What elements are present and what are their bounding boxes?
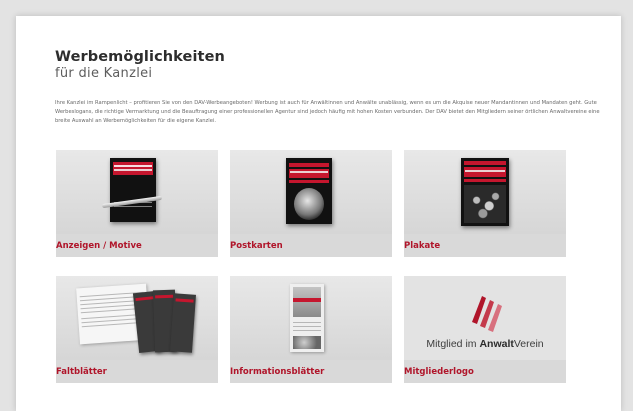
intro-paragraph: Ihre Kanzlei im Rampenlicht – profitiere… (55, 100, 600, 124)
card-label: Faltblätter (56, 367, 107, 377)
card-label: Mitgliederlogo (404, 367, 474, 377)
page-container: Werbemöglichkeiten für die Kanzlei Ihre … (16, 16, 621, 411)
card-postkarten[interactable]: Postkarten (230, 150, 392, 257)
page-title: Werbemöglichkeiten (55, 49, 225, 65)
card-anzeigen-motive[interactable]: Anzeigen / Motive (56, 150, 218, 257)
card-image: Mitglied im AnwaltVerein (404, 276, 566, 360)
card-label: Informationsblätter (230, 367, 325, 377)
card-image (56, 150, 218, 234)
logo-text-suffix: Verein (513, 338, 544, 350)
member-logo-text: Mitglied im AnwaltVerein (404, 338, 566, 350)
card-image (230, 276, 392, 360)
page-subtitle: für die Kanzlei (55, 66, 153, 81)
crowd-poster-icon (461, 158, 509, 226)
info-sheet-icon (290, 284, 324, 352)
logo-text-prefix: Mitglied im (426, 338, 480, 350)
postcard-poster-icon (286, 158, 332, 224)
card-image (230, 150, 392, 234)
leaflet-icon (170, 293, 196, 353)
card-label: Anzeigen / Motive (56, 241, 142, 251)
card-label: Postkarten (230, 241, 283, 251)
card-image (404, 150, 566, 234)
poster-with-pen-icon (110, 158, 156, 222)
card-faltblaetter[interactable]: Faltblätter (56, 276, 218, 383)
offer-grid: Anzeigen / Motive Postkarten Plakate Fal… (56, 150, 584, 400)
card-mitgliederlogo[interactable]: Mitglied im AnwaltVerein Mitgliederlogo (404, 276, 566, 383)
card-image (56, 276, 218, 360)
anwaltverein-logo-icon (472, 296, 502, 332)
card-informationsblaetter[interactable]: Informationsblätter (230, 276, 392, 383)
card-label: Plakate (404, 241, 441, 251)
logo-text-bold: Anwalt (479, 338, 514, 350)
card-plakate[interactable]: Plakate (404, 150, 566, 257)
